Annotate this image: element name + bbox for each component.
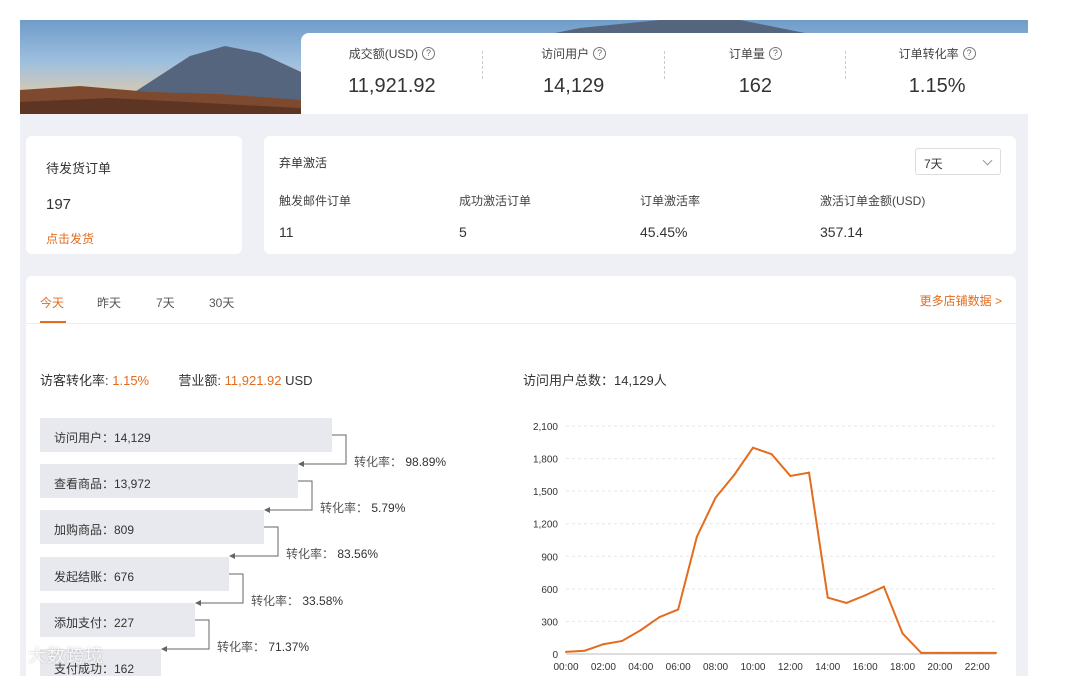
x-tick-label: 04:00 <box>628 662 653 672</box>
kpi-conversion: 订单转化率? 1.15% <box>846 33 1028 114</box>
kpi-label: 订单转化率 <box>898 47 959 61</box>
dashboard-page: 成交额(USD)? 11,921.92 访问用户? 14,129 订单量? 16… <box>20 0 1028 676</box>
range-select[interactable]: 7天 <box>915 148 1001 175</box>
funnel-connector <box>197 573 244 604</box>
data-point <box>695 535 698 538</box>
abandon-col-label: 订单激活率 <box>640 194 701 208</box>
funnel-connector <box>300 434 347 465</box>
abandon-card: 弃单激活 7天 触发邮件订单 成功激活订单 订单激活率 激活订单金额(USD) … <box>264 136 1016 254</box>
pending-orders-card: 待发货订单 197 点击发货 <box>26 136 242 254</box>
top-strip <box>20 0 1028 20</box>
kpi-label: 成交额(USD) <box>348 47 419 61</box>
y-tick-label: 900 <box>541 552 558 563</box>
traffic-panel: 今天 昨天 7天 30天 更多店铺数据 > 访客转化率: 1.15% 营业额: … <box>26 276 1016 676</box>
y-tick-label: 2,100 <box>533 422 558 433</box>
x-tick-label: 14:00 <box>815 662 840 672</box>
x-tick-label: 18:00 <box>890 662 915 672</box>
data-point <box>938 651 941 654</box>
abandon-col-value: 5 <box>459 224 467 240</box>
arrow-left-icon <box>298 461 304 467</box>
question-circle-icon[interactable]: ? <box>768 47 782 60</box>
kpi-label: 订单量 <box>728 47 765 61</box>
question-circle-icon[interactable]: ? <box>962 47 976 60</box>
data-point <box>920 651 923 654</box>
abandon-col-value: 11 <box>279 224 294 240</box>
question-circle-icon[interactable]: ? <box>593 47 607 60</box>
data-point <box>733 473 736 476</box>
data-point <box>770 453 773 456</box>
data-point <box>639 629 642 632</box>
kpi-value: 14,129 <box>543 75 605 97</box>
question-circle-icon[interactable]: ? <box>422 47 436 60</box>
abandon-col-label: 成功激活订单 <box>459 194 532 208</box>
kpi-strip: 成交额(USD)? 11,921.92 访问用户? 14,129 订单量? 16… <box>301 33 1028 114</box>
users-total: 访问用户总数：14,129人 <box>523 373 667 388</box>
arrow-left-icon <box>229 553 235 559</box>
data-point <box>901 632 904 635</box>
arrow-left-icon <box>264 507 270 513</box>
x-tick-label: 20:00 <box>927 662 952 672</box>
data-point <box>845 601 848 604</box>
data-point <box>583 649 586 652</box>
abandon-title: 弃单激活 <box>279 156 328 170</box>
data-point <box>864 594 867 597</box>
x-tick-label: 22:00 <box>965 662 990 672</box>
data-point <box>751 446 754 449</box>
pending-title: 待发货订单 <box>46 161 112 176</box>
chevron-down-icon <box>982 155 993 166</box>
data-point <box>826 596 829 599</box>
y-tick-label: 0 <box>552 650 558 661</box>
pending-count: 197 <box>46 196 72 213</box>
x-tick-label: 12:00 <box>778 662 803 672</box>
funnel-connector <box>266 480 313 511</box>
data-point <box>808 471 811 474</box>
data-point <box>658 616 661 619</box>
more-store-data-link[interactable]: 更多店铺数据 > <box>920 292 1002 309</box>
x-tick-label: 16:00 <box>853 662 878 672</box>
x-tick-label: 06:00 <box>666 662 691 672</box>
funnel-connectors <box>161 434 347 652</box>
funnel-connector <box>231 526 279 557</box>
kpi-label: 访问用户 <box>541 47 590 61</box>
funnel-connector <box>163 619 210 650</box>
visitors-line <box>565 446 996 654</box>
data-point <box>714 496 717 499</box>
kpi-value: 11,921.92 <box>348 75 436 97</box>
y-tick-label: 1,500 <box>533 487 558 498</box>
y-tick-label: 300 <box>541 617 558 628</box>
arrow-left-icon <box>195 600 201 606</box>
data-point <box>995 651 997 654</box>
abandon-col-value: 357.14 <box>820 224 863 240</box>
data-point <box>882 585 885 588</box>
data-point <box>565 650 567 653</box>
abandon-col-label: 触发邮件订单 <box>279 194 352 208</box>
abandon-col-label: 激活订单金额(USD) <box>820 194 926 208</box>
kpi-revenue: 成交额(USD)? 11,921.92 <box>301 33 483 114</box>
data-point <box>957 651 960 654</box>
y-tick-label: 600 <box>541 585 558 596</box>
y-tick-label: 1,800 <box>533 455 558 466</box>
data-point <box>976 651 979 654</box>
ship-link[interactable]: 点击发货 <box>46 230 94 247</box>
range-value: 7天 <box>924 157 943 171</box>
data-point <box>677 608 680 611</box>
kpi-visitors: 访问用户? 14,129 <box>483 33 665 114</box>
x-tick-label: 00:00 <box>553 662 578 672</box>
x-tick-label: 10:00 <box>740 662 765 672</box>
watermark: 大数跨境 <box>28 646 104 666</box>
x-tick-label: 08:00 <box>703 662 728 672</box>
data-point <box>789 474 792 477</box>
kpi-orders: 订单量? 162 <box>665 33 847 114</box>
hourly-visitors-chart: 0 300 600 900 1,200 1,500 1,800 2,100 00:00 02:00… <box>533 422 997 672</box>
x-tick-label: 02:00 <box>591 662 616 672</box>
arrow-left-icon <box>161 646 167 652</box>
data-point <box>602 643 605 646</box>
kpi-value: 1.15% <box>908 75 966 97</box>
abandon-col-value: 45.45% <box>640 224 688 240</box>
y-tick-label: 1,200 <box>533 520 558 531</box>
data-point <box>621 639 624 642</box>
kpi-value: 162 <box>738 75 773 97</box>
